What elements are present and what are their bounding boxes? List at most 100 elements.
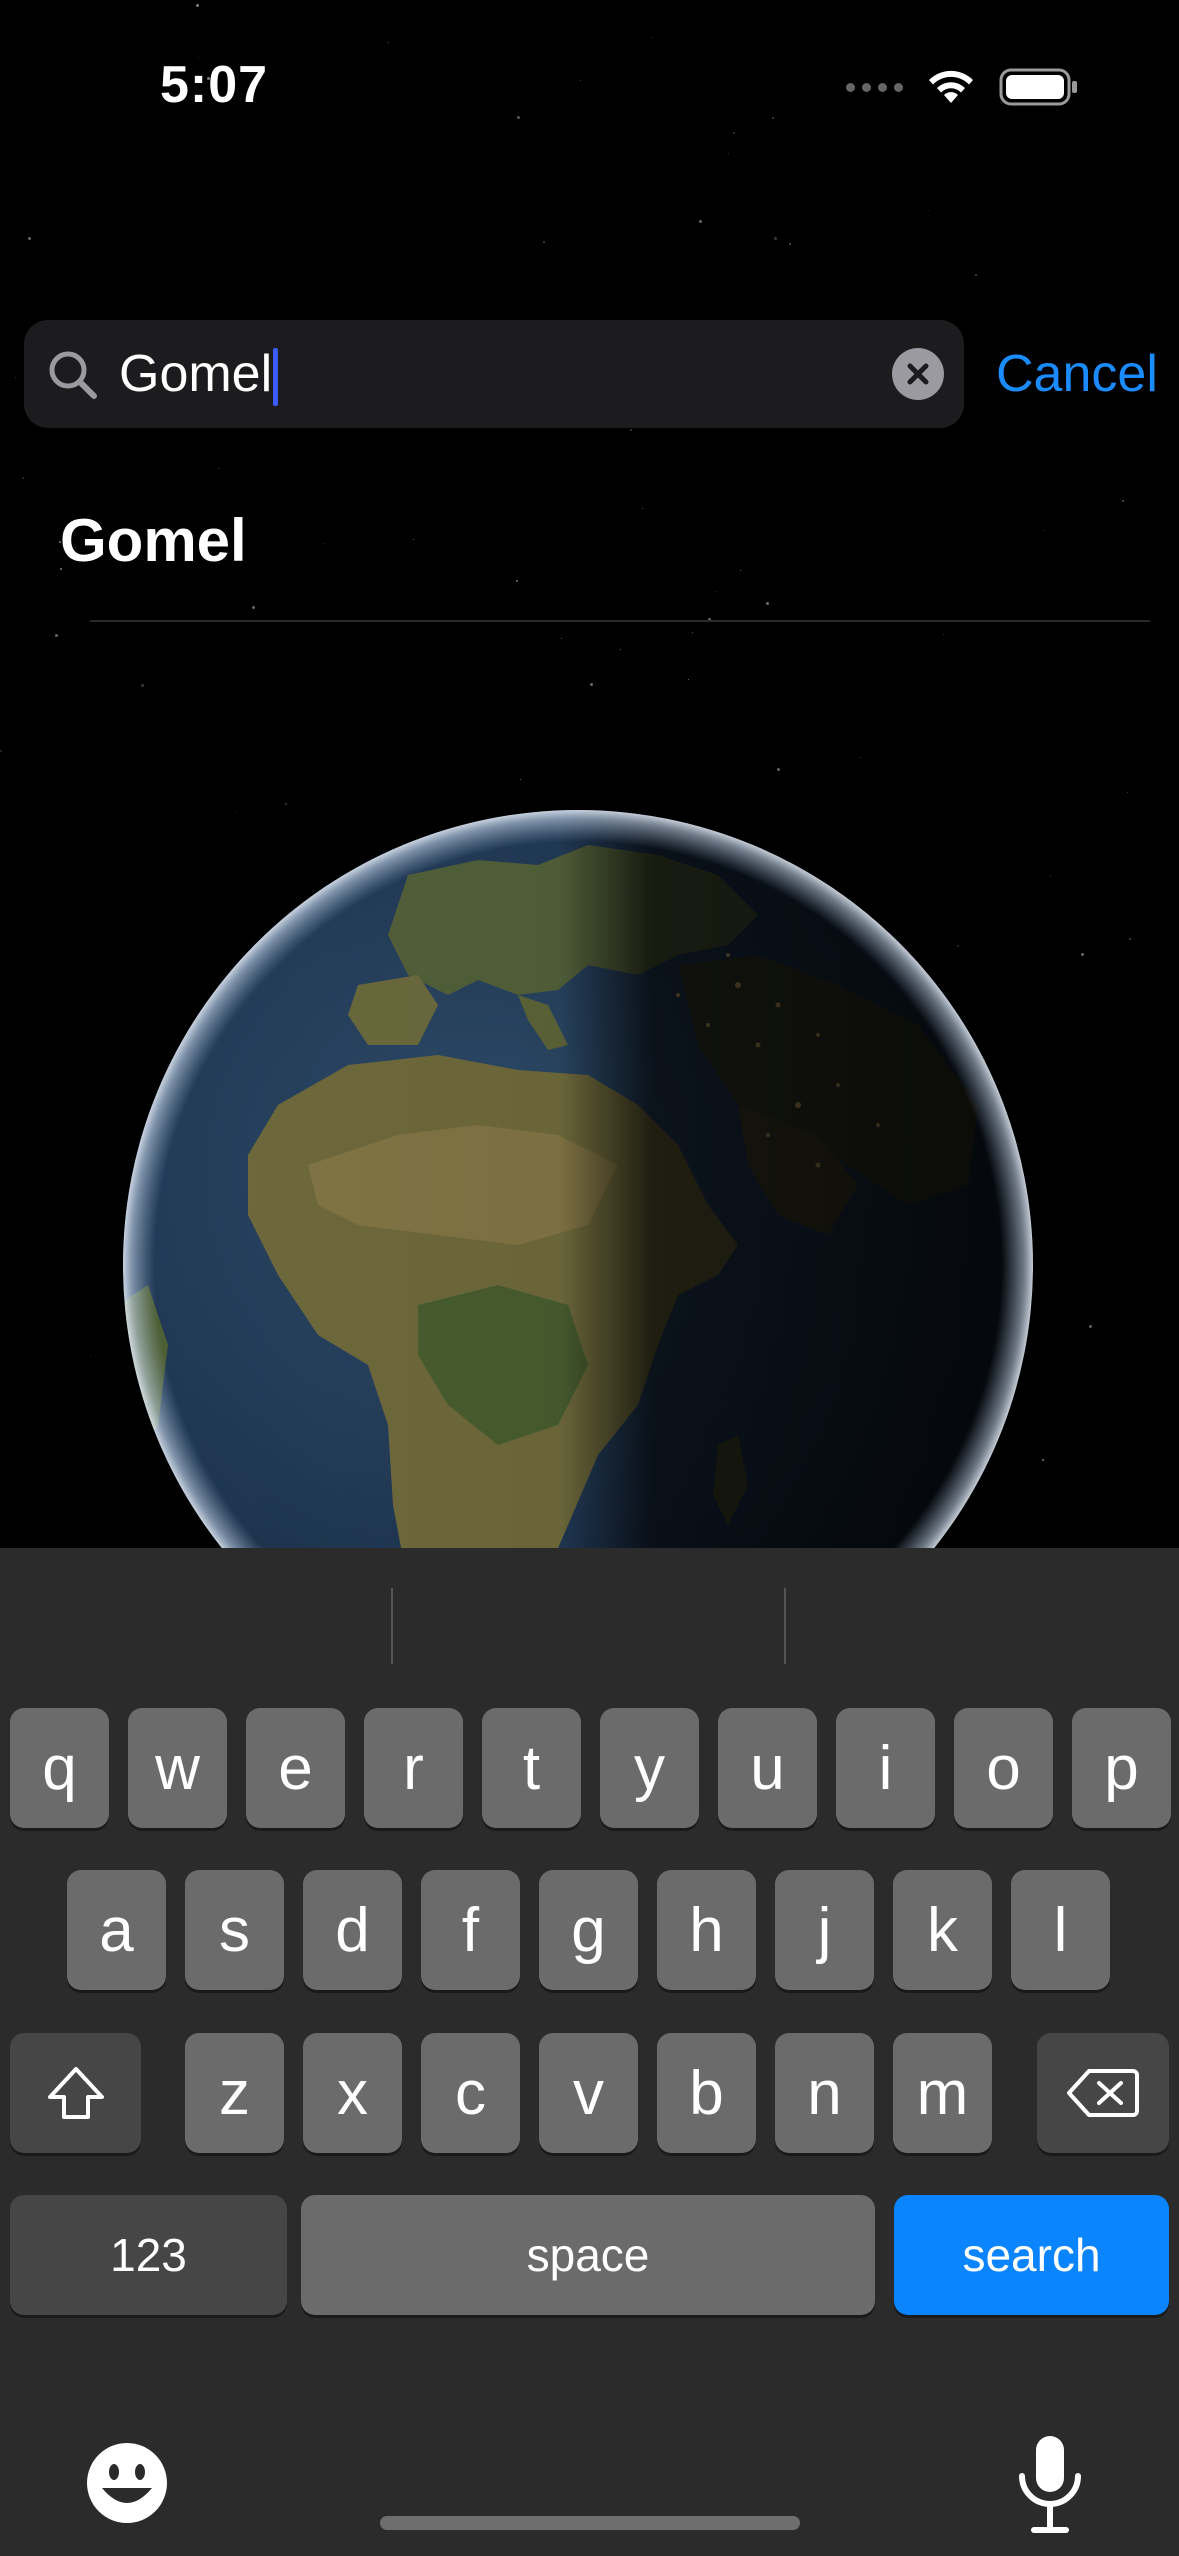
key-k[interactable]: k bbox=[893, 1870, 992, 1990]
star bbox=[772, 117, 774, 119]
key-w[interactable]: w bbox=[128, 1708, 227, 1828]
key-f[interactable]: f bbox=[421, 1870, 520, 1990]
search-result-item[interactable]: Gomel bbox=[0, 470, 1179, 620]
star bbox=[777, 768, 780, 771]
key-t[interactable]: t bbox=[482, 1708, 581, 1828]
prediction-divider bbox=[391, 1588, 393, 1664]
key-label: r bbox=[403, 1733, 424, 1803]
search-result-label: Gomel bbox=[60, 507, 247, 574]
star bbox=[943, 634, 944, 635]
key-label: n bbox=[807, 2058, 842, 2128]
key-label: j bbox=[817, 1895, 832, 1965]
star bbox=[218, 468, 219, 469]
key-label: z bbox=[219, 2058, 250, 2128]
star bbox=[141, 684, 144, 687]
key-l[interactable]: l bbox=[1011, 1870, 1110, 1990]
key-label: s bbox=[219, 1895, 250, 1965]
clear-text-icon bbox=[907, 363, 929, 385]
key-s[interactable]: s bbox=[185, 1870, 284, 1990]
star bbox=[28, 237, 31, 240]
space-key[interactable]: space bbox=[301, 2195, 875, 2315]
shift-key[interactable] bbox=[10, 2033, 141, 2153]
star bbox=[1089, 1325, 1092, 1328]
key-x[interactable]: x bbox=[303, 2033, 402, 2153]
key-label: w bbox=[155, 1733, 200, 1803]
star bbox=[733, 132, 735, 134]
key-q[interactable]: q bbox=[10, 1708, 109, 1828]
key-label: d bbox=[335, 1895, 370, 1965]
key-v[interactable]: v bbox=[539, 2033, 638, 2153]
star bbox=[928, 210, 929, 211]
globe[interactable] bbox=[118, 805, 1038, 1548]
key-label: m bbox=[916, 2058, 969, 2128]
delete-key[interactable] bbox=[1037, 2033, 1169, 2153]
clear-text-button[interactable] bbox=[892, 348, 944, 400]
key-b[interactable]: b bbox=[657, 2033, 756, 2153]
key-c[interactable]: c bbox=[421, 2033, 520, 2153]
star bbox=[388, 42, 389, 43]
star bbox=[1042, 1459, 1044, 1461]
star bbox=[543, 241, 545, 243]
key-h[interactable]: h bbox=[657, 1870, 756, 1990]
star bbox=[620, 649, 621, 650]
key-label: p bbox=[1104, 1733, 1139, 1803]
key-label: h bbox=[689, 1895, 724, 1965]
text-cursor bbox=[273, 348, 279, 407]
star bbox=[651, 37, 652, 38]
key-m[interactable]: m bbox=[893, 2033, 992, 2153]
numbers-key-label: 123 bbox=[110, 2229, 187, 2281]
key-n[interactable]: n bbox=[775, 2033, 874, 2153]
key-r[interactable]: r bbox=[364, 1708, 463, 1828]
star bbox=[1081, 953, 1084, 956]
microphone-icon bbox=[1019, 2436, 1081, 2533]
star bbox=[975, 274, 977, 276]
star bbox=[692, 632, 693, 633]
search-input[interactable]: Gomel bbox=[119, 346, 279, 407]
home-indicator[interactable] bbox=[380, 2516, 800, 2530]
key-e[interactable]: e bbox=[246, 1708, 345, 1828]
key-p[interactable]: p bbox=[1072, 1708, 1171, 1828]
key-label: k bbox=[927, 1895, 958, 1965]
shift-icon bbox=[47, 2067, 104, 2119]
star bbox=[774, 237, 777, 240]
dictation-button[interactable] bbox=[1010, 2430, 1090, 2540]
key-label: f bbox=[461, 1895, 480, 1965]
key-label: i bbox=[878, 1733, 893, 1803]
key-g[interactable]: g bbox=[539, 1870, 638, 1990]
search-field[interactable]: Gomel bbox=[24, 320, 964, 428]
emoji-icon bbox=[87, 2443, 167, 2523]
key-label: x bbox=[337, 2058, 368, 2128]
star bbox=[688, 679, 689, 680]
key-u[interactable]: u bbox=[718, 1708, 817, 1828]
star bbox=[90, 1356, 91, 1357]
star bbox=[520, 779, 521, 780]
star bbox=[196, 4, 199, 7]
battery-icon bbox=[999, 68, 1077, 106]
key-a[interactable]: a bbox=[67, 1870, 166, 1990]
emoji-button[interactable] bbox=[82, 2438, 172, 2528]
search-icon bbox=[49, 351, 97, 399]
key-label: l bbox=[1053, 1895, 1068, 1965]
key-o[interactable]: o bbox=[954, 1708, 1053, 1828]
key-y[interactable]: y bbox=[600, 1708, 699, 1828]
key-label: v bbox=[573, 2058, 604, 2128]
star bbox=[630, 429, 632, 431]
key-label: c bbox=[455, 2058, 486, 2128]
key-d[interactable]: d bbox=[303, 1870, 402, 1990]
key-i[interactable]: i bbox=[836, 1708, 935, 1828]
key-label: g bbox=[571, 1895, 606, 1965]
key-z[interactable]: z bbox=[185, 2033, 284, 2153]
star bbox=[728, 153, 729, 154]
search-key-label: search bbox=[962, 2229, 1101, 2281]
numbers-key[interactable]: 123 bbox=[10, 2195, 287, 2315]
key-label: q bbox=[42, 1733, 77, 1803]
star bbox=[699, 220, 702, 223]
key-label: o bbox=[986, 1733, 1021, 1803]
search-key[interactable]: search bbox=[894, 2195, 1169, 2315]
wifi-icon bbox=[929, 70, 973, 103]
cancel-button[interactable]: Cancel bbox=[996, 344, 1158, 404]
key-j[interactable]: j bbox=[775, 1870, 874, 1990]
result-divider bbox=[90, 620, 1150, 622]
star bbox=[580, 80, 581, 81]
keyboard: q w e r t y u i o p a s d f g h j k l z x c v b n m 123 space sea… bbox=[0, 1548, 1179, 2556]
